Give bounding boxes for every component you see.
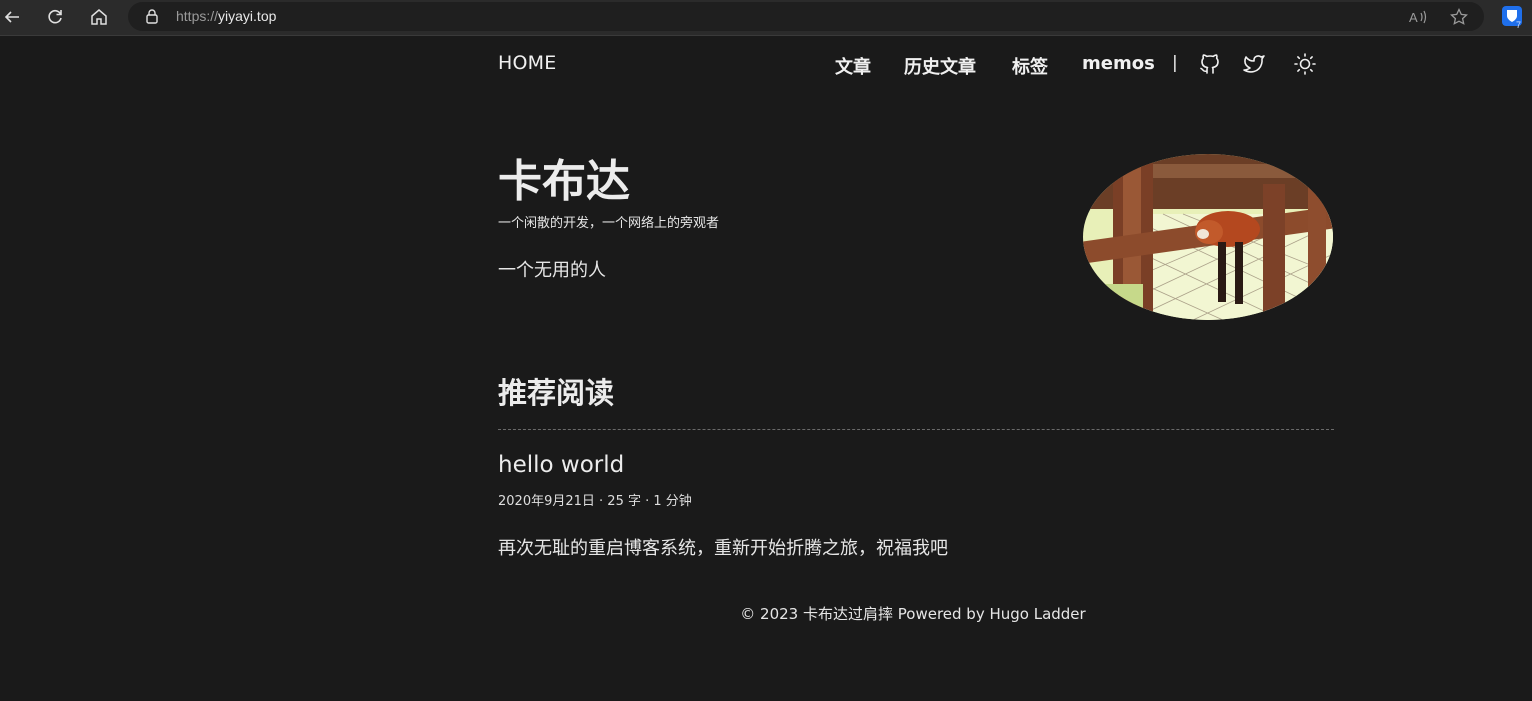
nav-separator: |: [1172, 53, 1178, 73]
avatar-red-panda-image: [1083, 154, 1333, 320]
svg-text:A: A: [1409, 10, 1418, 25]
profile-subtitle: 一个闲散的开发，一个网络上的旁观者: [498, 216, 720, 231]
section-divider: [498, 429, 1334, 430]
nav-item-archive[interactable]: 历史文章: [904, 53, 976, 79]
url-text: https://yiyayi.top: [176, 8, 276, 24]
profile-name: 卡布达: [498, 156, 630, 207]
nav-item-memos[interactable]: memos: [1082, 53, 1155, 74]
favorite-star-icon[interactable]: [1449, 7, 1469, 27]
footer: © 2023 卡布达过肩摔 Powered by Hugo Ladder: [740, 605, 1086, 623]
extension-badge: 7: [1516, 20, 1522, 30]
theme-toggle-sun-icon[interactable]: [1293, 52, 1317, 76]
nav-item-articles[interactable]: 文章: [835, 53, 871, 79]
browser-toolbar: https://yiyayi.top A 7: [0, 0, 1532, 36]
post-title-link[interactable]: hello world: [498, 452, 624, 478]
address-bar[interactable]: https://yiyayi.top A: [128, 2, 1484, 31]
nav-item-tags[interactable]: 标签: [1012, 53, 1048, 79]
home-icon[interactable]: [87, 5, 111, 29]
post-meta: 2020年9月21日 · 25 字 · 1 分钟: [498, 494, 692, 509]
nav-home-link[interactable]: HOME: [498, 52, 556, 74]
github-icon[interactable]: [1198, 52, 1222, 76]
profile-bio: 一个无用的人: [498, 260, 606, 281]
back-arrow-icon[interactable]: [0, 5, 24, 29]
post-summary: 再次无耻的重启博客系统，重新开始折腾之旅，祝福我吧: [498, 538, 948, 559]
reload-icon[interactable]: [43, 5, 67, 29]
twitter-icon[interactable]: [1242, 52, 1266, 76]
lock-icon: [146, 9, 158, 24]
url-host: yiyayi.top: [218, 8, 277, 24]
section-title: 推荐阅读: [498, 376, 615, 410]
url-scheme: https://: [176, 8, 219, 24]
site-navigation: HOME 文章 历史文章 标签 memos |: [498, 50, 1334, 80]
read-aloud-icon[interactable]: A: [1408, 7, 1428, 27]
